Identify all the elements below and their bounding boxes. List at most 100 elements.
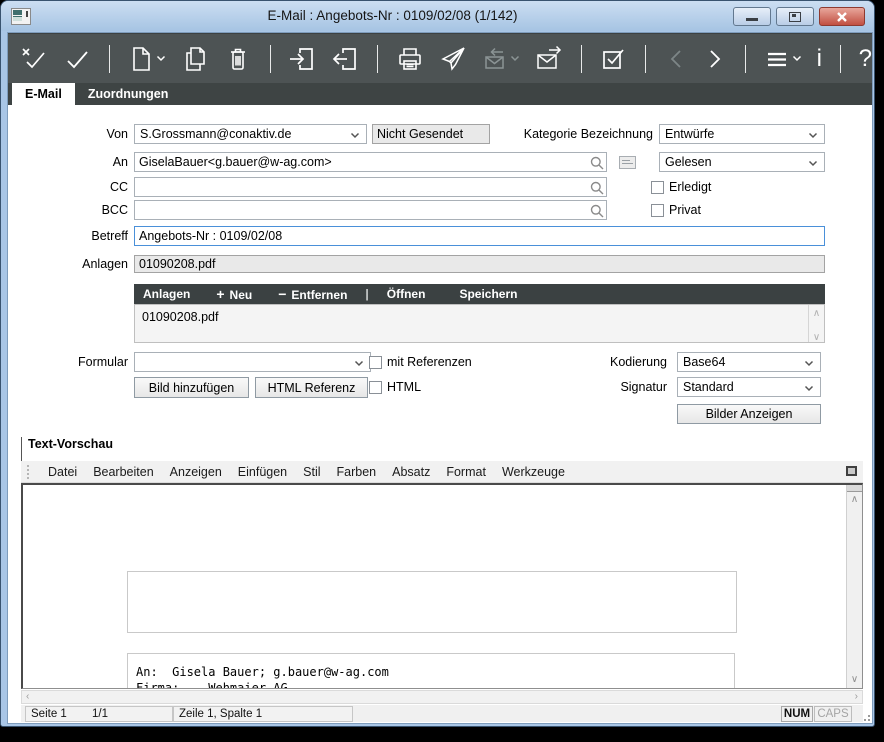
close-icon [836, 12, 848, 22]
delete-icon[interactable] [224, 45, 252, 73]
tab-email[interactable]: E-Mail [12, 83, 75, 105]
attachments-list[interactable]: 01090208.pdf ∧ ∨ [134, 304, 825, 343]
checkbox-box[interactable] [651, 181, 664, 194]
preview-editor[interactable]: An: Gisela Bauer; g.bauer@w-ag.com Firma… [21, 483, 863, 689]
scroll-down-icon[interactable]: ∨ [809, 333, 824, 343]
an-input[interactable] [134, 152, 607, 172]
cursor-position-cell: Zeile 1, Spalte 1 [173, 706, 353, 722]
search-icon[interactable] [590, 156, 604, 170]
task-check-icon[interactable] [599, 45, 627, 73]
html-checkbox[interactable]: HTML [369, 380, 421, 394]
chevron-down-icon [808, 160, 818, 167]
reply-mail-icon[interactable] [482, 45, 520, 73]
formular-select[interactable] [134, 352, 371, 372]
signatur-select[interactable]: Standard [677, 377, 821, 397]
erledigt-checkbox[interactable]: Erledigt [651, 180, 711, 194]
chevron-down-icon [808, 132, 818, 139]
minimize-icon [746, 18, 758, 21]
info-icon[interactable]: i [817, 46, 822, 72]
menu-datei[interactable]: Datei [40, 465, 85, 479]
menu-icon[interactable] [764, 45, 802, 73]
kodierung-select[interactable]: Base64 [677, 352, 821, 372]
forward-mail-icon[interactable] [535, 45, 563, 73]
send-mail-icon[interactable] [439, 45, 467, 73]
import-icon[interactable] [288, 45, 316, 73]
mit-referenzen-checkbox[interactable]: mit Referenzen [369, 355, 472, 369]
scroll-left-icon[interactable]: ‹ [26, 691, 29, 703]
chevron-down-icon [510, 55, 520, 62]
search-icon[interactable] [590, 204, 604, 218]
checkbox-box[interactable] [651, 204, 664, 217]
menu-farben[interactable]: Farben [329, 465, 385, 479]
menu-bearbeiten[interactable]: Bearbeiten [85, 465, 161, 479]
export-icon[interactable] [331, 45, 359, 73]
print-icon[interactable] [396, 45, 424, 73]
checkbox-box[interactable] [369, 356, 382, 369]
new-record-icon[interactable] [128, 45, 166, 73]
close-button[interactable] [819, 7, 865, 26]
previous-icon[interactable] [664, 45, 688, 73]
scroll-right-icon[interactable]: › [855, 691, 858, 703]
search-icon[interactable] [590, 181, 604, 195]
toolbar-separator [645, 45, 646, 73]
attachment-save-button[interactable]: Speichern [459, 287, 517, 301]
kategorie-label: Kategorie Bezeichnung [453, 124, 653, 144]
menu-stil[interactable]: Stil [295, 465, 328, 479]
app-icon [11, 8, 31, 25]
cc-input[interactable] [134, 177, 607, 197]
attachment-remove-button[interactable]: −Entfernen [278, 286, 347, 302]
attachment-new-button[interactable]: +Neu [216, 286, 252, 302]
scroll-up-icon[interactable]: ∧ [847, 492, 862, 508]
kategorie-select[interactable]: Entwürfe [659, 124, 825, 144]
von-label: Von [8, 124, 128, 144]
bilder-anzeigen-button[interactable]: Bilder Anzeigen [677, 404, 821, 424]
help-icon[interactable]: ? [859, 46, 872, 72]
menu-format[interactable]: Format [438, 465, 494, 479]
formular-label: Formular [8, 352, 128, 372]
html-referenz-button[interactable]: HTML Referenz [255, 377, 368, 398]
contact-picker-icon[interactable] [619, 156, 636, 169]
menu-werkzeuge[interactable]: Werkzeuge [494, 465, 573, 479]
maximize-button[interactable] [776, 7, 814, 26]
tab-zuordnungen[interactable]: Zuordnungen [75, 83, 182, 105]
chevron-down-icon[interactable] [792, 55, 802, 62]
scroll-up-icon[interactable]: ∧ [809, 309, 824, 319]
ok-icon[interactable] [63, 45, 91, 73]
gelesen-select[interactable]: Gelesen [659, 152, 825, 172]
preview-line: An: Gisela Bauer; g.bauer@w-ag.com [136, 664, 726, 680]
betreff-input[interactable] [134, 226, 825, 246]
resize-grip[interactable] [861, 712, 871, 722]
preview-vertical-scrollbar[interactable]: ∧ ∨ [846, 485, 862, 688]
privat-checkbox[interactable]: Privat [651, 203, 701, 217]
von-select[interactable]: S.Grossmann@conaktiv.de [134, 124, 367, 144]
chevron-down-icon[interactable] [156, 55, 166, 62]
menu-anzeigen[interactable]: Anzeigen [162, 465, 230, 479]
split-handle[interactable] [847, 485, 862, 492]
panel-toggle-icon[interactable] [846, 466, 857, 476]
bcc-input[interactable] [134, 200, 607, 220]
cancel-ok-icon[interactable] [20, 45, 48, 73]
attachments-scrollbar[interactable]: ∧ ∨ [808, 305, 824, 342]
titlebar[interactable]: E-Mail : Angebots-Nr : 0109/02/08 (1/142… [1, 1, 874, 31]
attachment-item[interactable]: 01090208.pdf [142, 310, 218, 324]
preview-horizontal-scrollbar[interactable]: ‹ › [21, 690, 863, 704]
next-icon[interactable] [703, 45, 727, 73]
attachment-open-button[interactable]: Öffnen [387, 287, 426, 301]
preview-menubar: Datei Bearbeiten Anzeigen Einfügen Stil … [21, 461, 863, 483]
app-window: E-Mail : Angebots-Nr : 0109/02/08 (1/142… [0, 0, 875, 727]
checkbox-box[interactable] [369, 381, 382, 394]
duplicate-icon[interactable] [181, 45, 209, 73]
chevron-down-icon [350, 132, 360, 139]
toolbar-separator [377, 45, 378, 73]
toolbar-separator [109, 45, 110, 73]
menubar-grip[interactable] [27, 465, 31, 479]
scroll-down-icon[interactable]: ∨ [847, 672, 862, 688]
window-title: E-Mail : Angebots-Nr : 0109/02/08 (1/142… [61, 8, 724, 23]
preview-body-box: An: Gisela Bauer; g.bauer@w-ag.com Firma… [127, 653, 735, 689]
menu-einfuegen[interactable]: Einfügen [230, 465, 295, 479]
bild-hinzufuegen-button[interactable]: Bild hinzufügen [134, 377, 249, 398]
toolbar-separator [581, 45, 582, 73]
menu-absatz[interactable]: Absatz [384, 465, 438, 479]
minimize-button[interactable] [733, 7, 771, 26]
num-lock-indicator: NUM [781, 706, 813, 722]
